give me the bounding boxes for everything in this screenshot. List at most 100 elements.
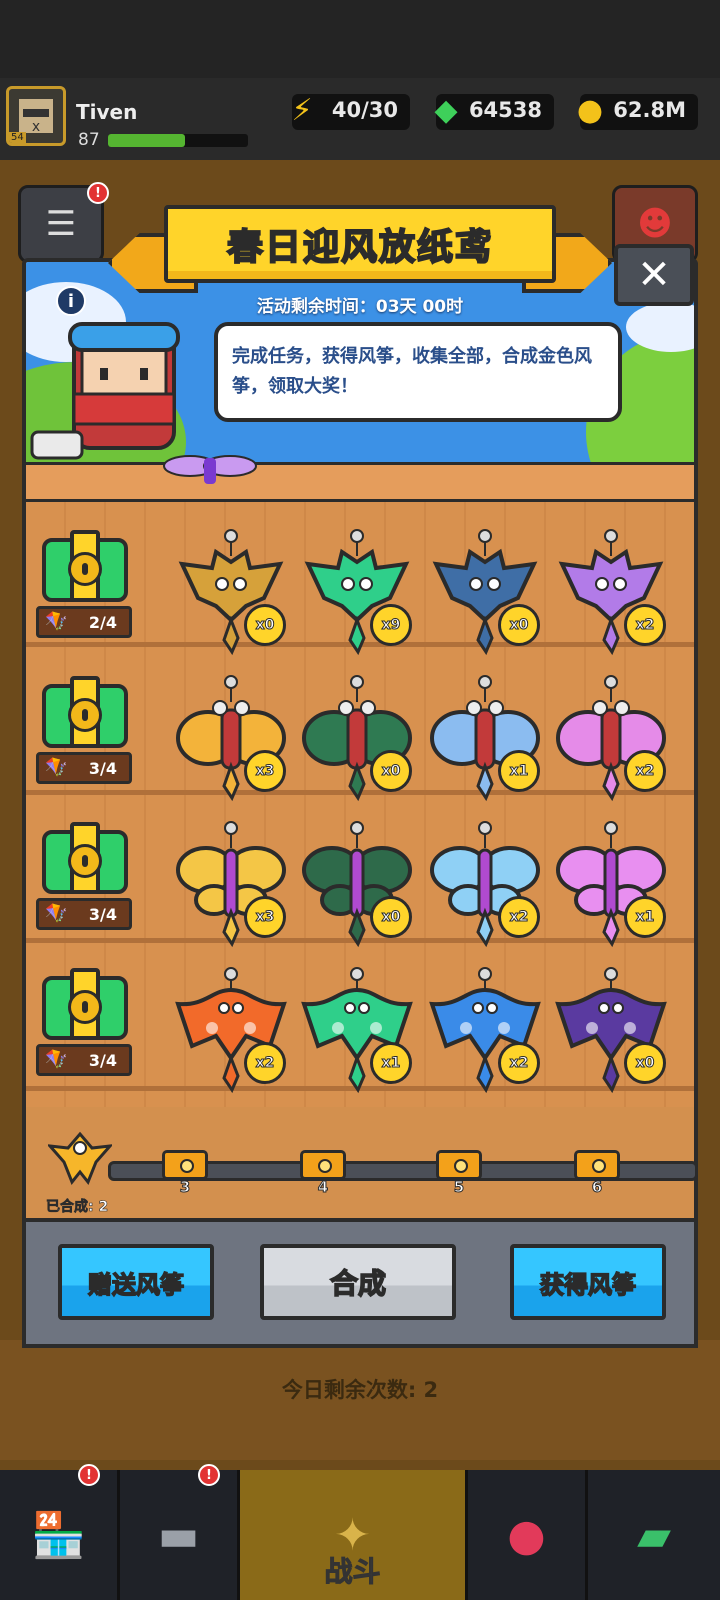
kite-count-badge: x2 [624, 604, 666, 646]
energy-counter[interactable]: ⚡ 40/30 [291, 93, 410, 130]
ground-strip [26, 462, 694, 502]
moth-kite[interactable]: x2 [552, 674, 670, 804]
bat-kite[interactable]: x0 [426, 528, 544, 658]
reward-chest-icon[interactable] [42, 676, 128, 748]
kite-row: 🪁 2/4 x0 x9 x0 x2 [22, 520, 698, 660]
butterfly-kite[interactable]: x2 [426, 820, 544, 950]
event-ball-icon: ● [507, 1509, 546, 1561]
info-icon: i [67, 290, 75, 312]
butterfly-kite[interactable]: x0 [298, 820, 416, 950]
kite-count-badge: x2 [498, 896, 540, 938]
bat-kite[interactable]: x9 [298, 528, 416, 658]
coins-value: 62.8M [613, 98, 686, 122]
mini-kite-icon: 🪁 [45, 903, 68, 924]
kite-count-badge: x3 [244, 750, 286, 792]
status-bar [0, 0, 720, 78]
butterfly-kite[interactable]: x3 [172, 820, 290, 950]
gift-kite-button[interactable]: 赠送风筝 [58, 1244, 214, 1320]
top-hud: x 54 Tiven 87 ⚡ 40/30 ◆ 64538 ● 62.8M [0, 78, 720, 160]
milestone-chest-icon [436, 1150, 482, 1180]
weapons-notification-dot: ! [198, 1464, 220, 1486]
synthesized-count: 已合成: 2 [46, 1199, 109, 1216]
milestone-chest-icon [162, 1150, 208, 1180]
xp-fill [108, 134, 185, 147]
notification-dot: ! [87, 182, 109, 204]
kite-count-badge: x2 [498, 1042, 540, 1084]
coins-counter[interactable]: ● 62.8M [577, 93, 698, 130]
devil-icon: ☻ [637, 204, 673, 244]
action-button-panel: 赠送风筝 合成 获得风筝 [22, 1218, 698, 1348]
moth-kite[interactable]: x3 [172, 674, 290, 804]
kite-count-badge: x2 [244, 1042, 286, 1084]
bird-kite[interactable]: x2 [426, 966, 544, 1096]
nav-battle-label: 战斗 [324, 1555, 381, 1589]
reward-chest-icon[interactable] [42, 822, 128, 894]
milestone-number: 6 [591, 1178, 603, 1197]
scroll-icon: ▰ [637, 1509, 671, 1561]
reward-chest-icon[interactable] [42, 968, 128, 1040]
green-gem-plus-icon: ◆ [434, 92, 458, 128]
milestone-chest[interactable]: 3 [160, 1146, 210, 1197]
kite-count-badge: x0 [370, 896, 412, 938]
butterfly-kite[interactable]: x1 [552, 820, 670, 950]
reward-chest-icon[interactable] [42, 530, 128, 602]
mini-kite-icon: 🪁 [45, 1049, 68, 1070]
kite-count-badge: x0 [498, 604, 540, 646]
milestone-number: 3 [179, 1178, 191, 1197]
bird-kite[interactable]: x2 [172, 966, 290, 1096]
bird-kite[interactable]: x0 [552, 966, 670, 1096]
milestone-chest[interactable]: 5 [434, 1146, 484, 1197]
bat-kite[interactable]: x2 [552, 528, 670, 658]
milestone-chest[interactable]: 4 [298, 1146, 348, 1197]
bat-kite[interactable]: x0 [172, 528, 290, 658]
obtain-kite-button[interactable]: 获得风筝 [510, 1244, 666, 1320]
gems-counter[interactable]: ◆ 64538 [434, 93, 554, 130]
kite-count-badge: x0 [244, 604, 286, 646]
row-progress: 🪁 3/4 [36, 752, 132, 784]
event-timer: 活动剩余时间：03天 00时 [256, 297, 464, 317]
milestone-number: 5 [453, 1178, 465, 1197]
energy-value: 40/30 [331, 98, 398, 122]
event-description: 完成任务，获得风筝，收集全部，合成金色风筝，领取大奖！ [232, 346, 592, 397]
synthesize-button[interactable]: 合成 [260, 1244, 456, 1320]
row-progress: 🪁 3/4 [36, 1044, 132, 1076]
gold-coin-plus-icon: ● [576, 92, 604, 128]
avatar-level: 54 [9, 132, 26, 143]
nav-weapons[interactable]: ▬ ! [120, 1464, 240, 1600]
bird-kite[interactable]: x1 [298, 966, 416, 1096]
remaining-attempts: 今日剩余次数: 2 [281, 1378, 439, 1402]
player-avatar[interactable]: x 54 [6, 86, 66, 146]
menu-button[interactable]: ☰ ! [18, 182, 109, 263]
nav-shop[interactable]: 🏪 ! [0, 1464, 120, 1600]
nav-events[interactable]: ● [468, 1470, 588, 1600]
shop-icon: 🏪 [31, 1510, 86, 1561]
kite-count-badge: x0 [370, 750, 412, 792]
gems-value: 64538 [468, 98, 542, 122]
nav-scroll[interactable]: ▰ [588, 1470, 720, 1600]
info-button[interactable]: i [56, 286, 86, 316]
golden-bird-kite-icon [46, 1126, 114, 1190]
milestone-chest-icon [300, 1150, 346, 1180]
row-progress-text: 3/4 [88, 758, 117, 778]
moth-kite[interactable]: x0 [298, 674, 416, 804]
player-name: Tiven [76, 100, 138, 124]
milestone-chest[interactable]: 6 [572, 1146, 622, 1197]
mini-kite-icon: 🪁 [45, 611, 68, 632]
close-icon: ✕ [637, 252, 671, 298]
sword-icon [22, 420, 92, 470]
kite-count-badge: x0 [624, 1042, 666, 1084]
kite-count-badge: x2 [624, 750, 666, 792]
kite-count-badge: x3 [244, 896, 286, 938]
row-progress-text: 3/4 [88, 1050, 117, 1070]
nav-battle[interactable]: ✦ 战斗 [240, 1470, 468, 1600]
weapon-icon: ▬ [157, 1509, 200, 1561]
milestone-chest-icon [574, 1150, 620, 1180]
event-title: 春日迎风放纸鸢 [226, 226, 493, 269]
title-banner: 春日迎风放纸鸢 [164, 205, 556, 283]
kite-count-badge: x1 [370, 1042, 412, 1084]
row-progress: 🪁 2/4 [36, 606, 132, 638]
menu-list-icon: ☰ [45, 204, 77, 244]
close-button[interactable]: ✕ [614, 244, 694, 306]
moth-kite[interactable]: x1 [426, 674, 544, 804]
kite-row: 🪁 3/4 x2 x1 x2 x0 [22, 958, 698, 1098]
